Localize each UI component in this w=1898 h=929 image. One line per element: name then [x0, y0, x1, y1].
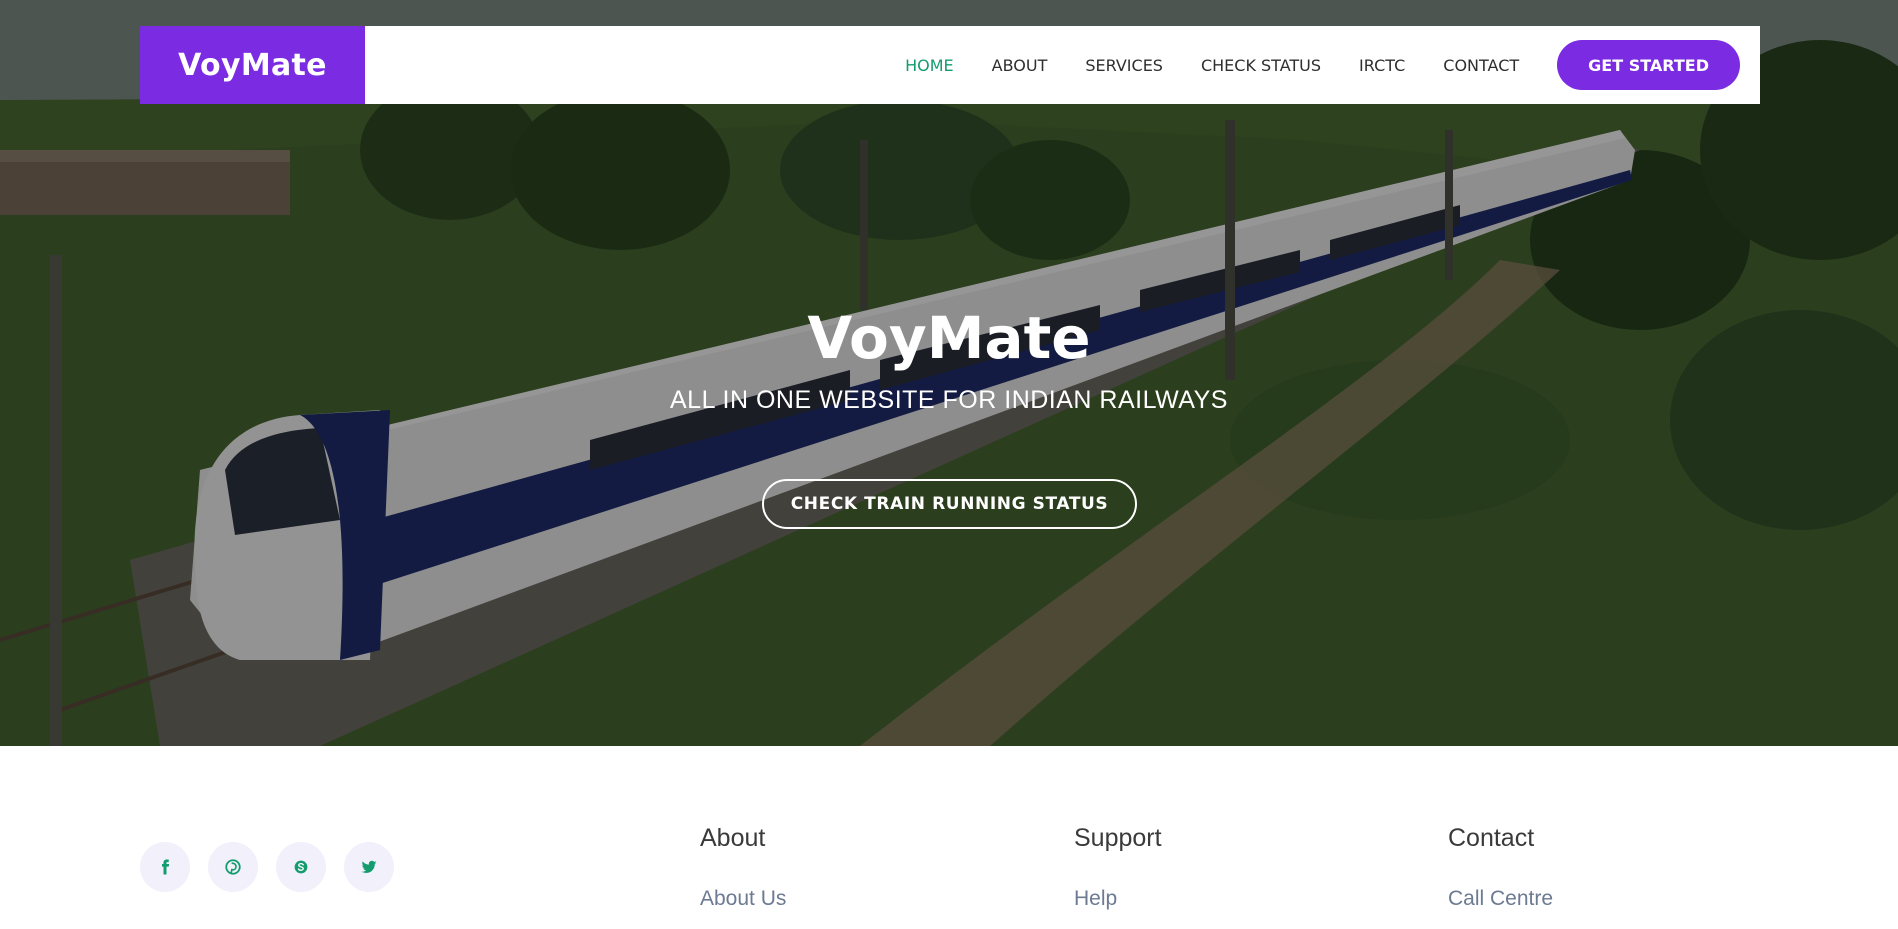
footer-col-about: About About Us: [700, 824, 786, 911]
footer-col-title: Support: [1074, 824, 1162, 852]
pinterest-icon[interactable]: [208, 842, 258, 892]
footer-link-about-us[interactable]: About Us: [700, 887, 786, 911]
main-nav: HOME ABOUT SERVICES CHECK STATUS IRCTC C…: [867, 26, 1740, 104]
nav-home[interactable]: HOME: [905, 56, 954, 75]
footer-col-title: Contact: [1448, 824, 1535, 852]
hero-overlay: [0, 0, 1898, 746]
footer-link-call-centre[interactable]: Call Centre: [1448, 887, 1553, 911]
social-links: [140, 842, 412, 892]
twitter-icon[interactable]: [344, 842, 394, 892]
hero-section: VoyMate ALL IN ONE WEBSITE FOR INDIAN RA…: [0, 0, 1898, 746]
nav-irctc[interactable]: IRCTC: [1359, 56, 1405, 75]
facebook-icon[interactable]: [140, 842, 190, 892]
footer-col-title: About: [700, 824, 766, 852]
footer-link-help[interactable]: Help: [1074, 887, 1162, 911]
skype-icon[interactable]: [276, 842, 326, 892]
nav-services[interactable]: SERVICES: [1085, 56, 1163, 75]
hero-subtitle: ALL IN ONE WEBSITE FOR INDIAN RAILWAYS: [670, 386, 1228, 414]
footer-col-contact: Contact Call Centre: [1448, 824, 1553, 911]
logo-text: VoyMate: [178, 47, 327, 83]
site-footer: About About Us Support Help Contact Call…: [0, 746, 1898, 929]
footer-col-support: Support Help: [1074, 824, 1162, 911]
logo[interactable]: VoyMate: [140, 26, 365, 104]
nav-check-status[interactable]: CHECK STATUS: [1201, 56, 1321, 75]
check-train-status-button[interactable]: CHECK TRAIN RUNNING STATUS: [762, 479, 1137, 529]
site-header: VoyMate HOME ABOUT SERVICES CHECK STATUS…: [140, 26, 1760, 104]
get-started-button[interactable]: GET STARTED: [1557, 40, 1740, 90]
hero-title: VoyMate: [807, 304, 1091, 372]
nav-contact[interactable]: CONTACT: [1443, 56, 1519, 75]
nav-about[interactable]: ABOUT: [992, 56, 1048, 75]
